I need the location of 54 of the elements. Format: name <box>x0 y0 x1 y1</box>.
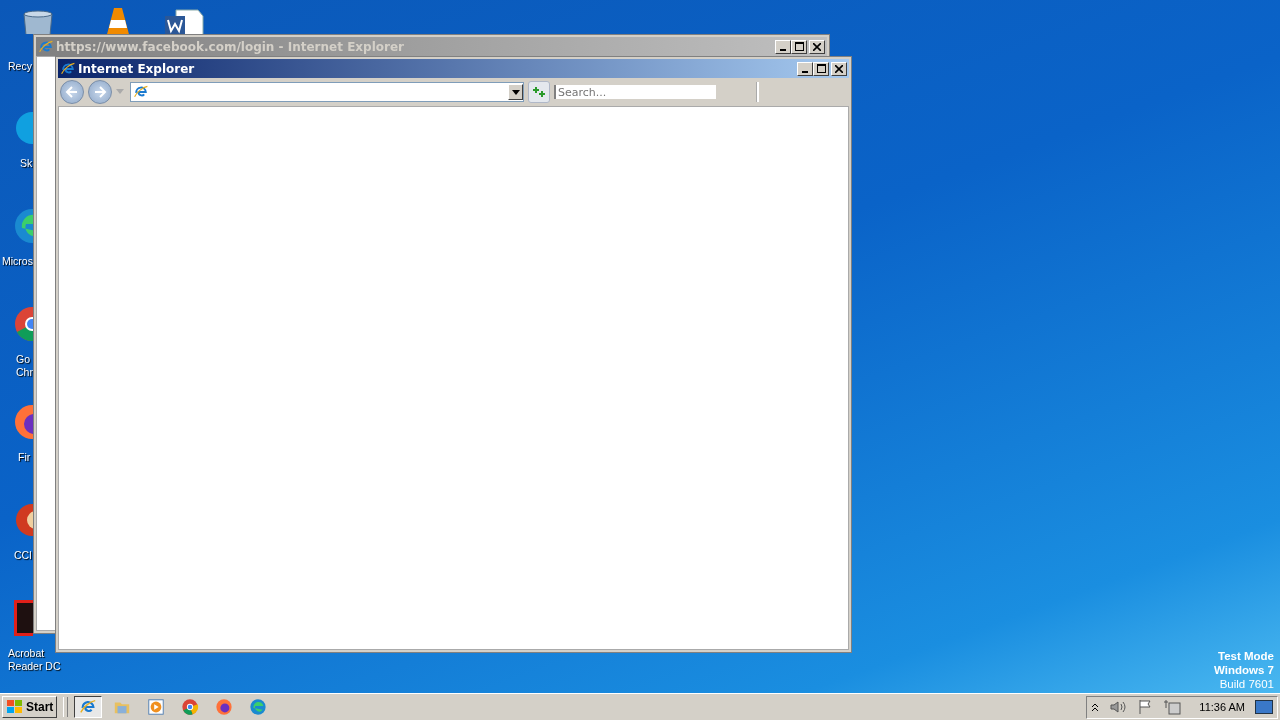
windows-logo-icon <box>6 699 24 715</box>
icon-label: Chr <box>16 366 33 379</box>
forward-button[interactable] <box>88 80 112 104</box>
close-button[interactable] <box>809 39 825 54</box>
os-notice-text: Test Mode <box>1218 649 1274 663</box>
close-icon <box>835 64 843 73</box>
ie-icon[interactable] <box>133 84 149 100</box>
window-title: https://www.facebook.com/login - Internet Explorer <box>56 39 405 54</box>
ie-icon[interactable] <box>60 60 76 77</box>
minimize-icon <box>780 48 786 51</box>
firefox-icon[interactable] <box>215 698 234 716</box>
maximize-button[interactable] <box>791 39 807 54</box>
maximize-icon <box>794 42 804 51</box>
caret-down-icon <box>511 89 520 95</box>
taskbar-button[interactable] <box>74 696 103 718</box>
media-player-icon[interactable] <box>147 698 166 716</box>
start-button[interactable]: Start <box>2 696 58 718</box>
icon-label: Sk <box>20 157 33 170</box>
speaker-icon[interactable] <box>1109 700 1128 714</box>
arrows-icon <box>532 86 546 98</box>
arrow-left-icon <box>65 85 79 99</box>
icon-label: CCl <box>14 549 32 562</box>
close-icon <box>813 42 821 51</box>
chevron-up-icon[interactable] <box>1091 702 1100 712</box>
maximize-button[interactable] <box>813 61 829 76</box>
chrome-icon[interactable] <box>181 698 200 716</box>
flag-icon[interactable] <box>1137 699 1154 715</box>
icon-label: Acrobat <box>8 647 45 660</box>
ie-icon[interactable] <box>79 698 98 716</box>
clock[interactable]: 11:36 AM <box>1199 701 1245 713</box>
icon-label: Reader DC <box>8 660 61 673</box>
search-field[interactable]: Search... <box>554 85 716 99</box>
edge-icon[interactable] <box>12 206 33 246</box>
show-desktop-icon[interactable] <box>1255 700 1273 714</box>
window-title: Internet Explorer <box>78 61 196 76</box>
icon-label: Go <box>16 353 30 366</box>
dropdown-button[interactable] <box>508 84 523 100</box>
os-notice-text: Build 7601 <box>1219 677 1274 691</box>
network-icon[interactable] <box>1163 699 1182 715</box>
minimize-button[interactable] <box>775 39 791 54</box>
icon-label: Recy <box>8 60 32 73</box>
icon-label: Fir <box>18 451 31 464</box>
refresh-button[interactable] <box>528 81 550 103</box>
minimize-button[interactable] <box>797 61 813 76</box>
back-button[interactable] <box>60 80 84 104</box>
acrobat-icon[interactable] <box>12 598 33 638</box>
close-button[interactable] <box>831 61 847 76</box>
address-field[interactable] <box>130 82 524 102</box>
arrow-right-icon <box>93 85 107 99</box>
edge-icon[interactable] <box>249 698 268 716</box>
minimize-icon <box>802 70 808 73</box>
maximize-icon <box>816 64 826 73</box>
icon-label: Micros <box>2 255 33 268</box>
os-notice-text: Windows 7 <box>1214 663 1274 677</box>
